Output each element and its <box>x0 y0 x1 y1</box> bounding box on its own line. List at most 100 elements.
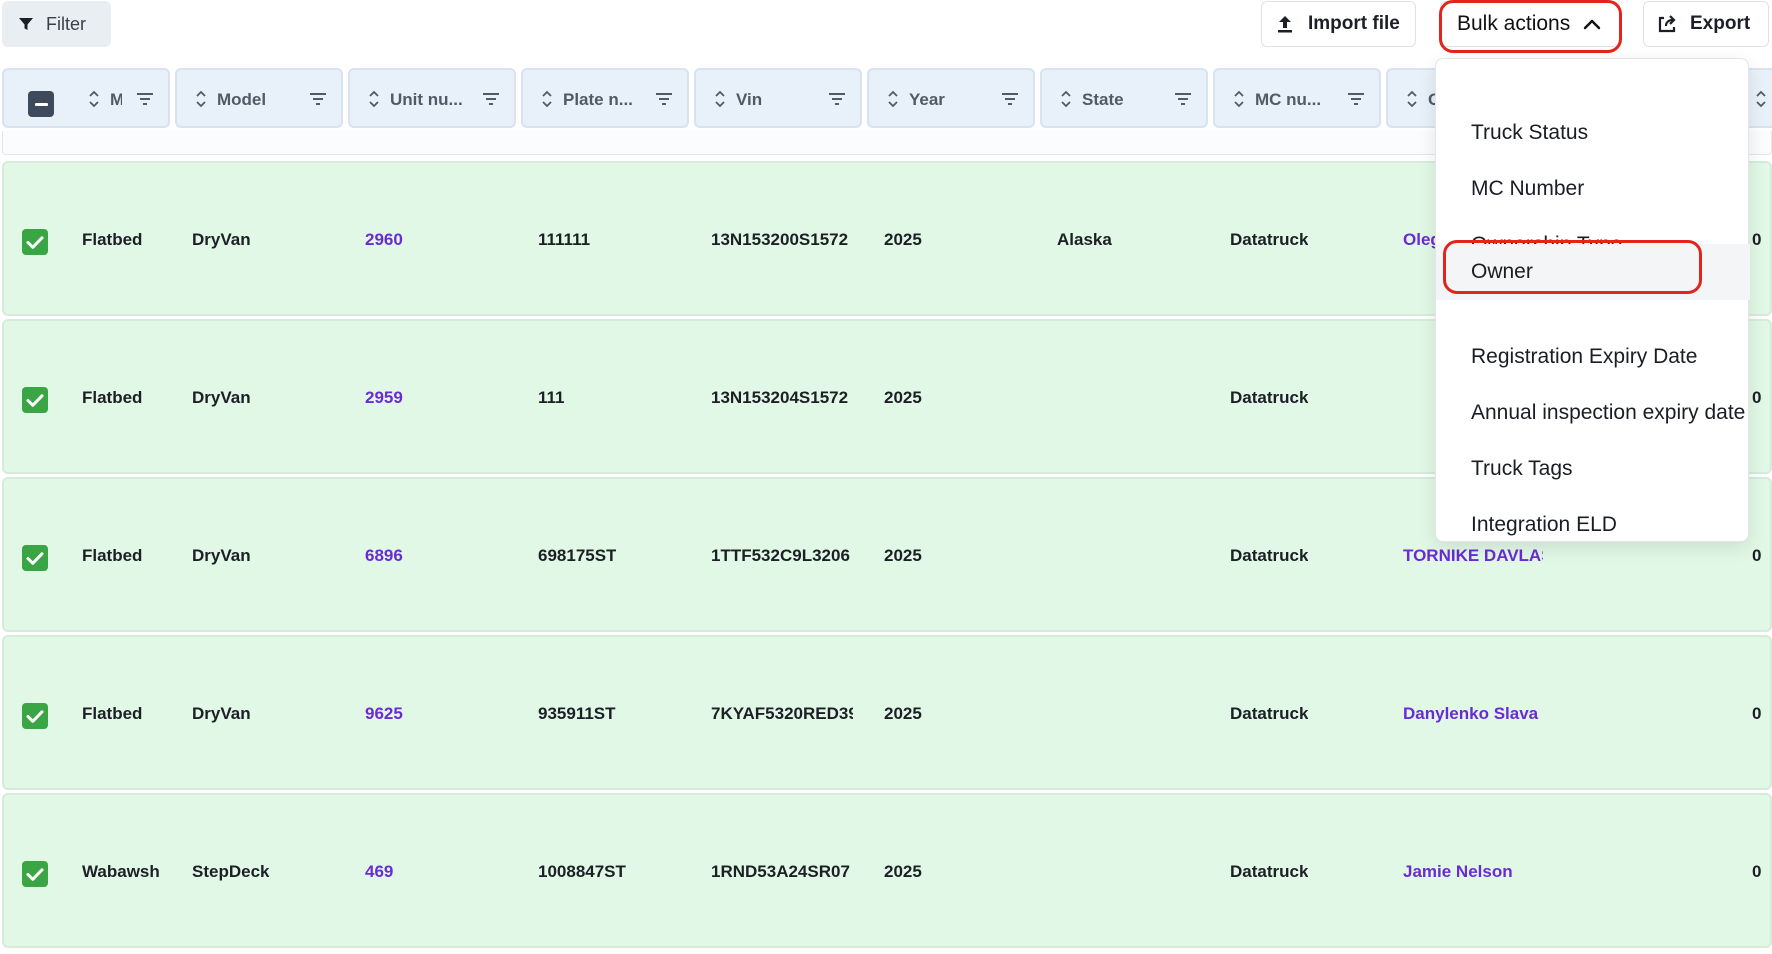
cell-plate: 935911ST <box>538 704 616 723</box>
cell-state: Alaska <box>1057 230 1112 249</box>
column-label: Plate n... <box>563 90 633 109</box>
row-checkbox[interactable] <box>22 229 48 255</box>
sort-icon[interactable] <box>887 89 899 114</box>
cell-vin: 1RND53A24SR07 <box>711 862 850 881</box>
cell-unit-number-link[interactable]: 2960 <box>365 230 403 250</box>
column-label: Unit nu... <box>390 90 463 109</box>
column-header-year[interactable]: Year <box>867 68 1035 128</box>
cell-mc: Datatruck <box>1230 388 1309 407</box>
cell-count: 0 <box>1752 546 1762 565</box>
cell-unit-number-link[interactable]: 6896 <box>365 546 403 566</box>
export-label: Export <box>1690 13 1751 34</box>
filter-lines-icon[interactable] <box>655 92 673 111</box>
cell-unit-number-link[interactable]: 2959 <box>365 388 403 408</box>
column-header-state[interactable]: State <box>1040 68 1208 128</box>
filter-button[interactable]: Filter <box>2 1 111 47</box>
import-file-button[interactable]: Import file <box>1261 1 1416 47</box>
upload-icon <box>1274 13 1296 35</box>
sort-icon[interactable] <box>1755 89 1767 114</box>
sort-icon[interactable] <box>541 89 553 114</box>
row-checkbox[interactable] <box>22 545 48 571</box>
sort-icon[interactable] <box>88 89 100 114</box>
filter-lines-icon[interactable] <box>1347 92 1365 111</box>
cell-year: 2025 <box>884 230 922 249</box>
cell-model: DryVan <box>192 704 251 723</box>
filter-lines-icon[interactable] <box>828 92 846 111</box>
column-label: Year <box>909 90 945 109</box>
toolbar: Filter Import file Bulk actions Export <box>0 0 1772 56</box>
cell-plate: 111 <box>538 388 565 407</box>
cell-plate: 1008847ST <box>538 862 626 881</box>
sort-icon[interactable] <box>1060 89 1072 114</box>
cell-count: 0 <box>1752 862 1762 881</box>
cell-count: 0 <box>1752 704 1762 723</box>
cell-year: 2025 <box>884 546 922 565</box>
column-header-mc-number[interactable]: MC nu... <box>1213 68 1381 128</box>
cell-year: 2025 <box>884 704 922 723</box>
column-label: Vin <box>736 90 763 109</box>
filter-lines-icon[interactable] <box>136 92 154 111</box>
select-all-checkbox[interactable] <box>28 91 54 117</box>
cell-mc: Datatruck <box>1230 230 1309 249</box>
row-checkbox[interactable] <box>22 861 48 887</box>
cell-make: Flatbed <box>82 704 143 723</box>
table-row[interactable]: Wabawsh StepDeck 469 1008847ST 1RND53A24… <box>2 793 1772 948</box>
column-header-vin[interactable]: Vin <box>694 68 862 128</box>
bulk-actions-highlight <box>1439 0 1622 53</box>
filter-lines-icon[interactable] <box>1001 92 1019 111</box>
row-checkbox[interactable] <box>22 703 48 729</box>
export-button[interactable]: Export <box>1643 1 1769 47</box>
row-checkbox[interactable] <box>22 387 48 413</box>
menu-item-annual-inspection-expiry-date[interactable]: Annual inspection expiry date <box>1436 385 1750 441</box>
table-row[interactable]: Flatbed DryVan 9625 935911ST 7KYAF5320RE… <box>2 635 1772 790</box>
cell-make: Flatbed <box>82 388 143 407</box>
sort-icon[interactable] <box>1406 89 1418 114</box>
cell-vin: 13N153204S1572 <box>711 388 849 407</box>
cell-owner-link[interactable]: Danylenko Slava <box>1403 704 1563 724</box>
column-header-plate-number[interactable]: Plate n... <box>521 68 689 128</box>
cell-year: 2025 <box>884 862 922 881</box>
cell-vin: 13N153200S1572 <box>711 230 849 249</box>
sort-icon[interactable] <box>1233 89 1245 114</box>
cell-make: Wabawsh <box>82 862 160 881</box>
export-icon <box>1656 13 1678 35</box>
column-label: State <box>1082 90 1124 109</box>
column-label: MC nu... <box>1255 90 1322 109</box>
cell-make: Flatbed <box>82 546 143 565</box>
cell-vin: 1TTF532C9L3206 <box>711 546 850 565</box>
menu-item-mc-number[interactable]: MC Number <box>1436 161 1750 217</box>
menu-item-truck-status[interactable]: Truck Status <box>1436 105 1750 161</box>
sort-icon[interactable] <box>368 89 380 114</box>
filter-lines-icon[interactable] <box>309 92 327 111</box>
filter-lines-icon[interactable] <box>1174 92 1192 111</box>
cell-mc: Datatruck <box>1230 704 1309 723</box>
cell-model: DryVan <box>192 230 251 249</box>
column-header-make[interactable]: M <box>2 68 170 128</box>
filter-button-label: Filter <box>46 13 86 34</box>
cell-vin: 7KYAF5320RED39 <box>711 704 853 723</box>
cell-model: StepDeck <box>192 862 270 881</box>
cell-model: DryVan <box>192 546 251 565</box>
column-header-unit-number[interactable]: Unit nu... <box>348 68 516 128</box>
cell-unit-number-link[interactable]: 469 <box>365 862 393 882</box>
menu-item-integration-eld[interactable]: Integration ELD <box>1436 497 1750 553</box>
sort-icon[interactable] <box>714 89 726 114</box>
column-label: Model <box>217 90 267 109</box>
menu-item-registration-expiry-date[interactable]: Registration Expiry Date <box>1436 329 1750 385</box>
cell-model: DryVan <box>192 388 251 407</box>
filter-lines-icon[interactable] <box>482 92 500 111</box>
funnel-icon <box>18 16 34 32</box>
cell-count: 0 <box>1752 230 1762 249</box>
owner-item-highlight <box>1443 240 1702 294</box>
column-header-model[interactable]: Model <box>175 68 343 128</box>
sort-icon[interactable] <box>195 89 207 114</box>
cell-unit-number-link[interactable]: 9625 <box>365 704 403 724</box>
menu-item-truck-tags[interactable]: Truck Tags <box>1436 441 1750 497</box>
column-label: M <box>110 90 122 109</box>
cell-plate: 111111 <box>538 230 591 249</box>
cell-make: Flatbed <box>82 230 143 249</box>
cell-owner-link[interactable]: Jamie Nelson <box>1403 862 1563 882</box>
cell-year: 2025 <box>884 388 922 407</box>
cell-plate: 698175ST <box>538 546 617 565</box>
bulk-actions-menu: Truck Status MC Number Ownership Type Ow… <box>1435 58 1750 542</box>
